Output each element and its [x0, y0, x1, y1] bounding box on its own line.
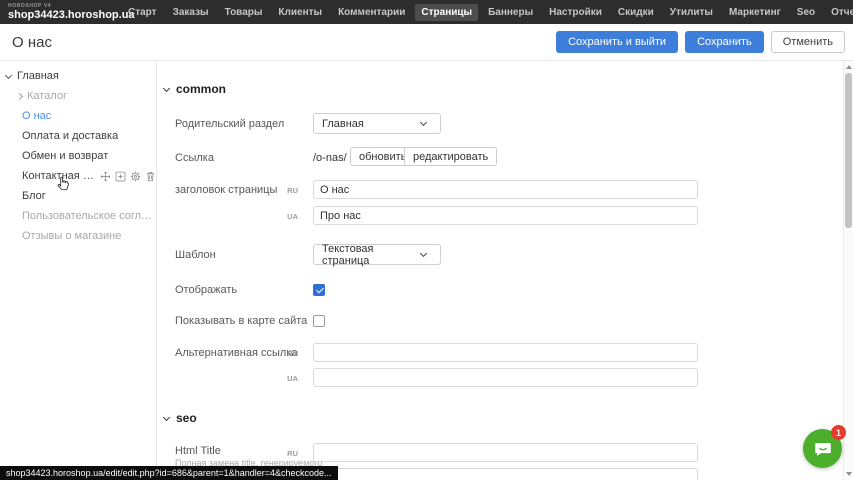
app-window: HOROSHOP V4 shop34423.horoshop.ua Старт …: [0, 0, 853, 480]
section-common-header[interactable]: common: [164, 82, 226, 96]
parent-section-select[interactable]: Главная: [313, 113, 441, 134]
trash-icon[interactable]: [145, 171, 156, 182]
save-exit-button[interactable]: Сохранить и выйти: [556, 31, 678, 53]
sidebar: Главная Каталог О нас Оплата и доставка …: [0, 62, 157, 480]
html-title-label: Html Title: [175, 445, 221, 457]
scroll-up-icon[interactable]: [846, 65, 852, 69]
statusbar-url: shop34423.horoshop.ua/edit/edit.php?id=6…: [0, 466, 338, 480]
chevron-down-icon: [163, 84, 170, 91]
sitemap-checkbox[interactable]: [313, 315, 325, 327]
sidebar-item-soglashenie[interactable]: Пользовательское соглашение: [0, 206, 156, 226]
scroll-down-icon[interactable]: [846, 472, 852, 476]
parent-section-label: Родительский раздел: [175, 118, 284, 130]
lang-tag-ua: UA: [282, 212, 298, 221]
sidebar-item-katalog[interactable]: Каталог: [0, 86, 156, 106]
sidebar-item-glavnaya[interactable]: Главная: [0, 66, 156, 86]
chevron-right-icon[interactable]: [16, 92, 23, 99]
html-title-ru-input[interactable]: [313, 443, 698, 462]
vertical-scrollbar: [843, 61, 853, 480]
display-label: Отображать: [175, 284, 237, 296]
sidebar-item-blog[interactable]: Блог: [0, 186, 156, 206]
menu-item-start[interactable]: Старт: [122, 4, 163, 21]
save-button[interactable]: Сохранить: [685, 31, 764, 53]
chevron-down-icon: [420, 249, 427, 256]
menu-item-products[interactable]: Товары: [219, 4, 269, 21]
page-title-field-label: заголовок страницы: [175, 184, 277, 196]
page-title: О нас: [0, 34, 52, 51]
chat-button[interactable]: 1: [803, 429, 842, 468]
menu-item-pages[interactable]: Страницы: [415, 4, 478, 21]
menu-item-seo[interactable]: Seo: [791, 4, 821, 21]
lang-tag-ru: RU: [282, 449, 298, 458]
main-menu: Старт Заказы Товары Клиенты Комментарии …: [122, 4, 853, 21]
lang-tag-ru: RU: [282, 349, 298, 358]
brand-logo[interactable]: HOROSHOP V4 shop34423.horoshop.ua: [0, 4, 122, 21]
template-select[interactable]: Текстовая страница: [313, 244, 441, 265]
alt-link-ru-input[interactable]: [313, 343, 698, 362]
sitemap-label: Показывать в карте сайта: [175, 315, 307, 327]
link-edit-button[interactable]: редактировать: [404, 147, 497, 166]
template-label: Шаблон: [175, 249, 216, 261]
sidebar-item-otzyvy[interactable]: Отзывы о магазине: [0, 226, 156, 246]
page-tree: Главная Каталог О нас Оплата и доставка …: [0, 62, 156, 246]
page-title-ua-input[interactable]: [313, 206, 698, 225]
alt-link-label: Альтернативная ссылка: [175, 347, 297, 359]
cancel-button[interactable]: Отменить: [771, 31, 845, 53]
topbar: HOROSHOP V4 shop34423.horoshop.ua Старт …: [0, 0, 853, 24]
html-title-ua-input[interactable]: [313, 468, 698, 480]
scrollbar-thumb[interactable]: [845, 73, 852, 228]
alt-link-ua-input[interactable]: [313, 368, 698, 387]
edit-form: common Родительский раздел Главная Ссылк…: [158, 62, 843, 480]
menu-item-reports[interactable]: Отчеты: [825, 4, 853, 21]
lang-tag-ru: RU: [282, 186, 298, 195]
page-header: О нас Сохранить и выйти Сохранить Отмени…: [0, 24, 853, 61]
brand-version: HOROSHOP V4: [8, 4, 122, 9]
chat-bubble-icon: [812, 438, 834, 460]
link-label: Ссылка: [175, 152, 214, 164]
chat-notification-badge: 1: [831, 425, 846, 440]
menu-item-comments[interactable]: Комментарии: [332, 4, 411, 21]
sidebar-item-kontaktnaya[interactable]: Контактная инфор: [0, 166, 156, 186]
page-title-ru-input[interactable]: [313, 180, 698, 199]
menu-item-clients[interactable]: Клиенты: [272, 4, 328, 21]
lang-tag-ua: UA: [282, 374, 298, 383]
display-checkbox[interactable]: [313, 284, 325, 296]
brand-domain: shop34423.horoshop.ua: [8, 10, 122, 21]
menu-item-banners[interactable]: Баннеры: [482, 4, 539, 21]
sidebar-item-o-nas[interactable]: О нас: [0, 106, 156, 126]
tree-item-actions: [100, 171, 156, 182]
menu-item-marketing[interactable]: Маркетинг: [723, 4, 787, 21]
move-icon[interactable]: [100, 171, 111, 182]
menu-item-settings[interactable]: Настройки: [543, 4, 608, 21]
section-seo-header[interactable]: seo: [164, 411, 197, 425]
gear-icon[interactable]: [130, 171, 141, 182]
sidebar-item-obmen[interactable]: Обмен и возврат: [0, 146, 156, 166]
menu-item-utilities[interactable]: Утилиты: [664, 4, 719, 21]
sidebar-item-oplata[interactable]: Оплата и доставка: [0, 126, 156, 146]
link-value: /o-nas/: [313, 152, 347, 164]
add-icon[interactable]: [115, 171, 126, 182]
chevron-down-icon: [163, 413, 170, 420]
menu-item-discounts[interactable]: Скидки: [612, 4, 660, 21]
chevron-down-icon: [420, 118, 427, 125]
menu-item-orders[interactable]: Заказы: [167, 4, 215, 21]
chevron-down-icon[interactable]: [5, 71, 12, 78]
